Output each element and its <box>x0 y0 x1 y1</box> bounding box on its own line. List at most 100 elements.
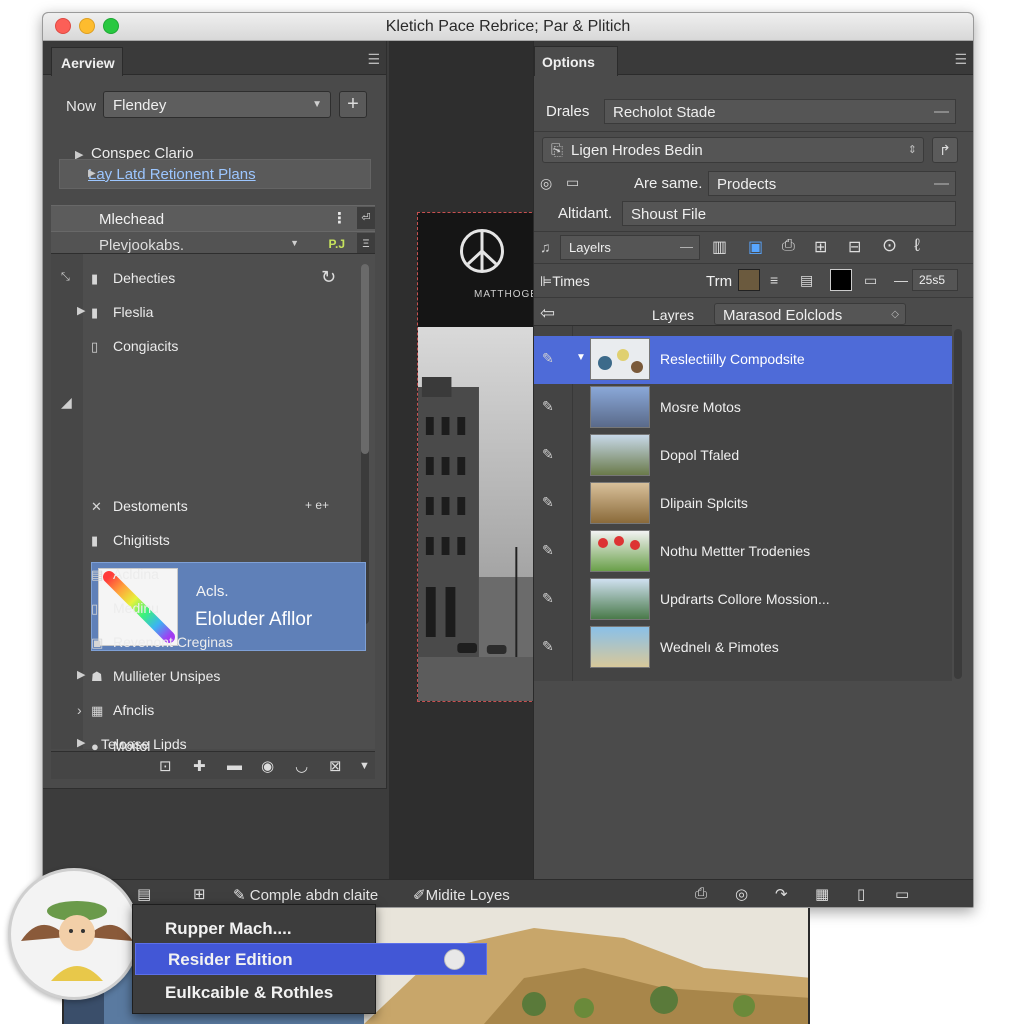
brush-icon[interactable]: ✎ <box>542 542 554 559</box>
menu-item[interactable]: Rupper Mach.... <box>133 913 375 945</box>
layers-dropdown[interactable]: Layelrs — <box>560 235 700 260</box>
align-icon[interactable]: ≡ <box>770 272 778 288</box>
move-icon[interactable]: ✚ <box>193 757 206 775</box>
brush-icon[interactable]: ✎ <box>542 590 554 607</box>
layres-select[interactable]: Marasod Eolclods ◇ <box>714 303 906 325</box>
disclosure-arrow-icon[interactable]: ▶ <box>88 168 96 179</box>
mask-icon[interactable]: ◎ <box>735 885 748 903</box>
frame-icon[interactable]: ▯ <box>857 885 865 903</box>
layer-row[interactable]: ✎ Dlipain Splcits <box>534 480 952 528</box>
folder-icon[interactable]: ⊡ <box>159 757 172 775</box>
redo-icon[interactable]: ↷ <box>775 885 788 903</box>
menu-item-highlighted[interactable]: Resider Edition <box>135 943 487 975</box>
panel-menu-icon[interactable]: ☰ <box>367 51 380 68</box>
disclosure-arrow-icon[interactable]: ▶ <box>77 736 85 749</box>
minus-icon[interactable]: — <box>894 272 908 288</box>
collapse-icon[interactable]: ⏎ <box>357 207 375 229</box>
list-item[interactable]: ▯ Medinu <box>91 600 159 617</box>
layer-row[interactable]: ✎ ▼ Reslectiilly Compodsite <box>534 336 952 384</box>
list-item[interactable]: ☗ Mullieter Unsipes <box>91 668 220 685</box>
color-swatch[interactable] <box>830 269 852 291</box>
trm-label: Trm <box>706 273 733 290</box>
tab-overview[interactable]: Aerview <box>51 47 123 76</box>
list-item[interactable]: ▮ Dehecties <box>91 270 175 287</box>
layer-row[interactable]: ✎ Dopol Tfaled <box>534 432 952 480</box>
brush-icon[interactable]: ✎ <box>542 638 554 655</box>
refresh-icon[interactable]: ↻ <box>321 267 336 288</box>
expand-arrow-icon[interactable]: ▼ <box>576 352 586 363</box>
target-icon[interactable]: ◉ <box>261 757 274 775</box>
list-item[interactable]: ▦ Afnclis <box>91 702 154 719</box>
keyboard-icon[interactable]: ▭ <box>566 174 579 191</box>
back-arrow-icon[interactable]: ⇦ <box>540 303 555 324</box>
disclosure-arrow-icon[interactable]: ▶ <box>77 668 85 681</box>
list-item[interactable]: ▮ Chigitists <box>91 532 170 549</box>
layers-scrollbar[interactable] <box>954 329 962 679</box>
cup-icon[interactable]: ◡ <box>295 757 308 775</box>
tree-item-link[interactable]: ▶ Lay Latd Retionent Plans <box>59 159 371 189</box>
scrollbar-thumb[interactable] <box>361 264 369 454</box>
export-icon[interactable]: ⊠ <box>329 757 342 775</box>
tab-options[interactable]: Options <box>534 46 618 76</box>
stack-icon[interactable]: ▬ <box>227 757 242 774</box>
layer-row[interactable]: ✎ Nothu Mettter Trodenies <box>534 528 952 576</box>
brush-icon[interactable]: ✎ <box>542 494 554 511</box>
list-item[interactable]: ▤ Acldina <box>91 566 159 583</box>
list-item[interactable]: ▮ Fleslia <box>91 304 153 321</box>
link-icon[interactable]: ↱ <box>932 137 958 163</box>
add-button[interactable]: + <box>339 91 367 118</box>
brush-icon[interactable]: ✎ <box>542 398 554 415</box>
layers-icon[interactable]: ▤ <box>137 885 151 903</box>
list-item[interactable]: ▯ Congiacits <box>91 338 178 355</box>
sort-icon[interactable]: Ξ <box>357 233 375 255</box>
print-icon[interactable]: ⎙ <box>782 237 795 255</box>
toolbar-action[interactable]: ✐Midite Loyes <box>413 886 510 904</box>
check-badge-icon[interactable] <box>444 949 465 970</box>
layer-row[interactable]: ✎ Mosre Motos <box>534 384 952 432</box>
layer-row[interactable]: ✎ Wednelı & Pimotes <box>534 624 952 672</box>
altidant-field[interactable]: Shoust File <box>622 201 956 226</box>
more-options-icon[interactable]: ⋮ <box>332 209 347 227</box>
chevron-down-icon[interactable]: ▼ <box>359 760 370 772</box>
lasso-icon[interactable]: ℓ <box>914 235 920 256</box>
title-bar[interactable]: Kletich Pace Rebrice; Par & Plitich <box>43 13 973 41</box>
disclosure-arrow-icon[interactable]: ▶ <box>77 304 85 317</box>
are-same-field[interactable]: Prodects — <box>708 171 956 196</box>
tree-item-link-label[interactable]: Lay Latd Retionent Plans <box>88 166 256 183</box>
stack-icon[interactable]: ▦ <box>815 885 829 903</box>
divider <box>534 297 973 298</box>
settings-icon[interactable]: ◎ <box>540 175 552 192</box>
section-header[interactable]: Mlechead ⋮ ⏎ <box>51 205 375 231</box>
toolbar-action-label: Comple abdn claite <box>249 887 379 904</box>
clock-icon[interactable]: ⊙ <box>882 235 897 256</box>
brush-icon[interactable]: ✎ <box>542 350 554 367</box>
brush-icon[interactable]: ✎ <box>542 446 554 463</box>
document-preview[interactable]: MATTHOGE <box>417 212 537 702</box>
disclosure-arrow-icon[interactable]: › <box>77 702 82 718</box>
chevron-down-icon[interactable]: ▼ <box>290 238 299 248</box>
list-item[interactable]: ✕ Destoments <box>91 498 188 515</box>
avatar[interactable] <box>8 868 140 1000</box>
thumbnail-swatch[interactable] <box>738 269 760 291</box>
layer-row[interactable]: ✎ Updrarts Collore Mossion... <box>534 576 952 624</box>
menu-item[interactable]: Eulkcaible & Rothles <box>133 977 375 1009</box>
stepper-icon[interactable]: ⇕ <box>908 143 917 156</box>
monitor-icon[interactable]: ▭ <box>895 885 909 903</box>
link-icon[interactable]: ▭ <box>864 272 877 289</box>
panel-menu-icon[interactable]: ☰ <box>954 51 967 68</box>
frame-icon[interactable]: ⊞ <box>193 885 206 903</box>
camera-icon[interactable]: ⎙ <box>695 885 707 902</box>
preset-select[interactable]: ⎘ Ligen Hrodes Bedin ⇕ <box>542 137 924 163</box>
frame-icon[interactable]: ⊞ <box>814 237 827 257</box>
pin-icon[interactable]: ⤡ <box>61 271 70 284</box>
mask-icon[interactable]: ▤ <box>800 272 813 289</box>
zoom-field[interactable]: 25s5 <box>912 269 958 291</box>
toolbar-action[interactable]: ✎ Comple abdn claite <box>233 886 378 904</box>
drales-field[interactable]: Recholot Stade — <box>604 99 956 124</box>
grid-icon[interactable]: ▥ <box>712 237 727 257</box>
bottle-icon: ▮ <box>91 305 99 320</box>
list-item[interactable]: ▣ Revenont Creginas <box>91 634 233 651</box>
folder-icon[interactable]: ⊟ <box>848 237 861 257</box>
image-icon[interactable]: ▣ <box>748 237 763 257</box>
now-select[interactable]: Flendey ▼ <box>103 91 331 118</box>
